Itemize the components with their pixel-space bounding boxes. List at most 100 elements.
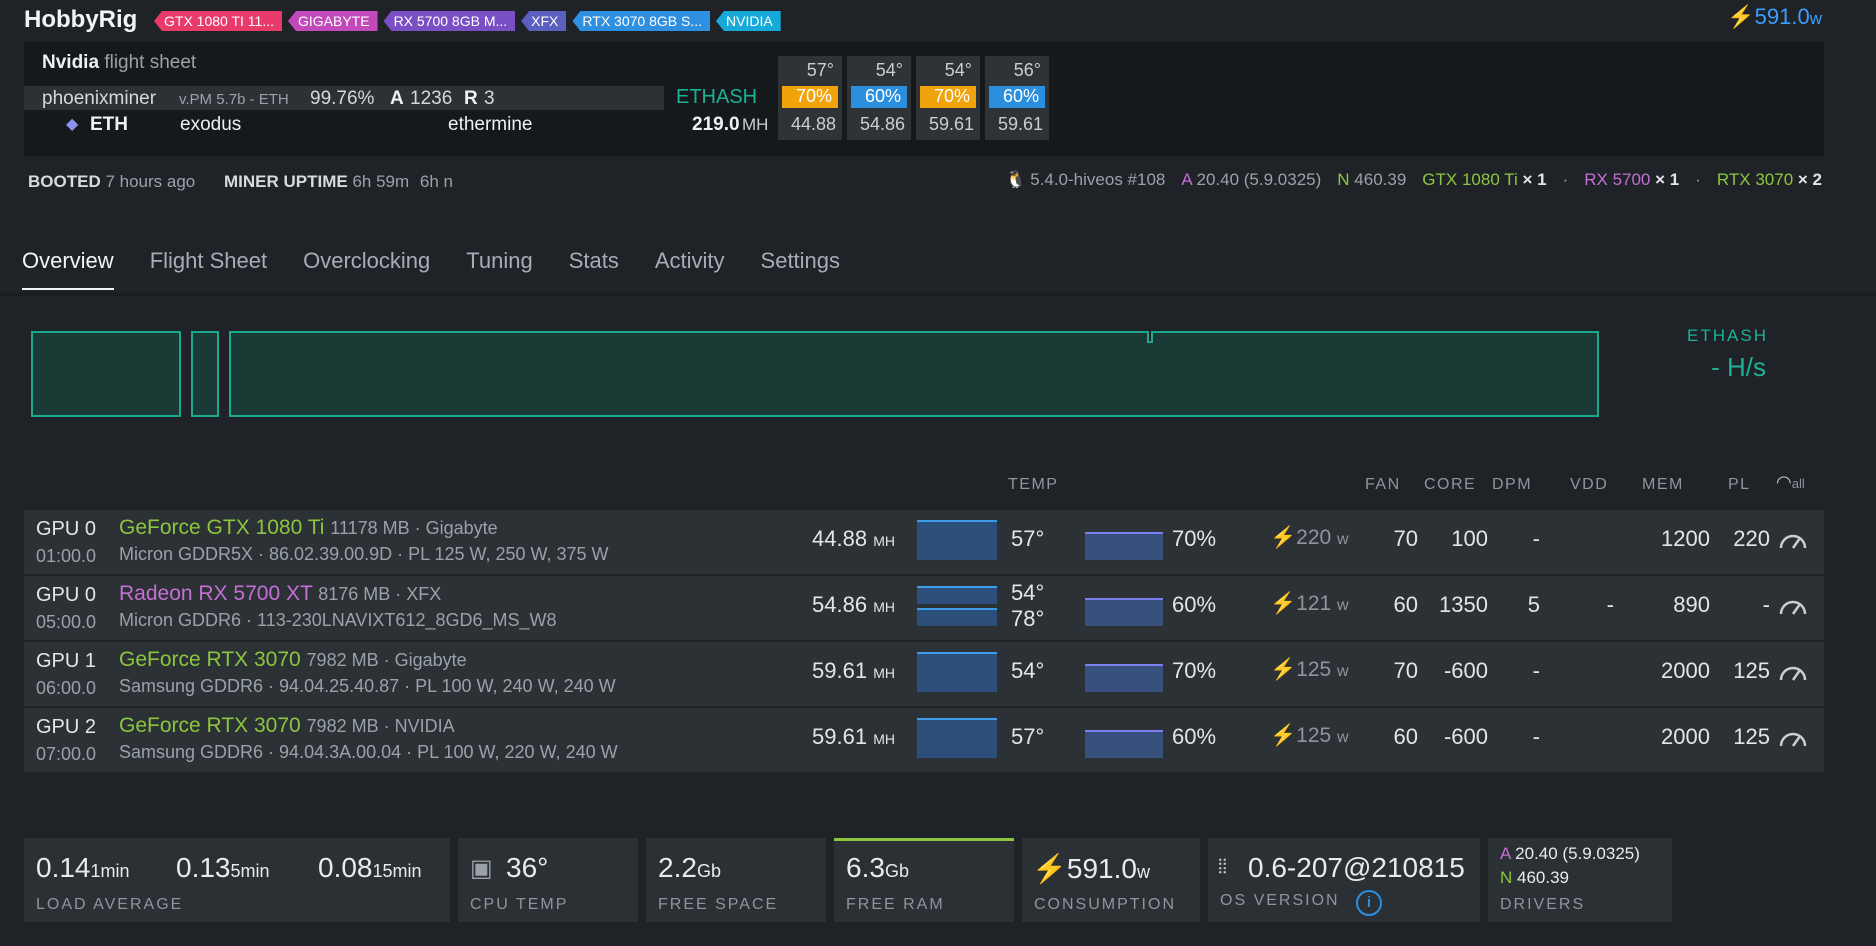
tab-tuning[interactable]: Tuning [466,248,532,290]
gpu-power-unit: w [1337,663,1349,680]
tab-flight-sheet[interactable]: Flight Sheet [150,248,267,290]
tag-nvidia[interactable]: NVIDIA [716,11,781,31]
flight-sheet-label: flight sheet [104,52,197,73]
gpu-power-unit: w [1337,729,1349,746]
gpu-summary-hash: 44.88 [790,114,836,134]
gpu-row[interactable]: GPU 0 05:00.0 Radeon RX 5700 XT 8176 MB … [24,576,1824,640]
gpu-summary-cell[interactable]: 54° 60% 54.86 [847,56,911,140]
gauge-icon[interactable] [1778,660,1808,682]
oc-core: 100 [1451,526,1488,551]
consumption-value-group: ⚡591.0w [1032,852,1150,885]
gpu-fan: 70% [1172,658,1217,683]
amd-driver-line: A 20.40 (5.9.0325) [1500,844,1640,864]
oc-fan: 60 [1393,724,1418,749]
chart-area-segment [31,331,181,417]
load-5min-value: 0.13 [176,852,231,883]
miner-version: v.PM 5.7b - ETH [179,91,289,108]
pool-name[interactable]: ethermine [448,114,533,136]
cpu-temp-widget: ▣ 36° CPU TEMP [458,838,638,922]
gpu-summary-cell[interactable]: 57° 70% 44.88 [778,56,842,140]
gpu-power: ⚡125 w [1270,724,1349,748]
col-vdd: VDD [1570,476,1609,493]
gpu-temp: 57° [1011,526,1045,551]
gpu-hashrate-value: 59.61 [812,724,868,749]
tag-xfx[interactable]: XFX [521,11,567,31]
coin-line: ◆ ETH exodus ethermine 219.0 MH [42,114,768,140]
gauge-icon: ◠ [1776,472,1792,492]
gpu-summary-fan: 60% [851,86,907,108]
amd-letter: A [1500,844,1511,863]
gpu-name-block: Radeon RX 5700 XT 8176 MB · XFX [119,582,441,606]
gpu-power-value: 220 [1296,526,1332,549]
wallet-name[interactable]: exodus [180,114,241,136]
miner-name[interactable]: phoenixminer [42,88,156,110]
gpu-power-value: 125 [1296,658,1332,681]
gpu-row[interactable]: GPU 2 07:00.0 GeForce RTX 3070 7982 MB ·… [24,708,1824,772]
tune-all-button[interactable]: ◠all [1776,472,1805,493]
gpu-bus: 07:00.0 [36,744,97,764]
gpu-name: Radeon RX 5700 XT [119,582,313,605]
tag-rx5700[interactable]: RX 5700 8GB M... [383,11,516,31]
chart-area-segment [229,331,1599,417]
gpu-row[interactable]: GPU 1 06:00.0 GeForce RTX 3070 7982 MB ·… [24,642,1824,706]
gpu-row[interactable]: GPU 0 01:00.0 GeForce GTX 1080 Ti 11178 … [24,510,1824,574]
gpu-vram: 11178 MB · Gigabyte [330,518,498,538]
tag-rtx3070[interactable]: RTX 3070 8GB S... [572,11,710,31]
hashrate-chart[interactable] [30,326,1600,418]
nvidia-letter: N [1500,868,1513,887]
gpu-mem-temp: 78° [1011,606,1045,631]
cpu-temp-value: 36° [506,852,549,883]
gpu-summary-cell[interactable]: 56° 60% 59.61 [985,56,1049,140]
lightning-icon: ⚡ [1270,526,1297,549]
flight-sheet-title[interactable]: Nvidia flight sheet [42,52,196,74]
gpu-vram: 7982 MB · NVIDIA [306,716,455,736]
rig-tabs: Overview Flight Sheet Overclocking Tunin… [22,248,840,290]
gpu-name: GeForce GTX 1080 Ti [119,516,325,539]
drivers-label: DRIVERS [1500,896,1586,913]
oc-fan: 60 [1393,592,1418,617]
total-hashrate-unit: MH [742,115,769,134]
gpu-index: GPU 0 [36,518,97,540]
gpu-hashrate: 59.61 MH [812,658,895,684]
gauge-icon[interactable] [1778,528,1808,550]
tab-activity[interactable]: Activity [655,248,725,290]
tab-overview[interactable]: Overview [22,248,114,290]
free-ram-unit: Gb [884,861,909,881]
oc-mem: 1200 [1661,526,1710,551]
gpu-summary-hash: 54.86 [859,114,905,134]
gpu-summary-temp: 54° [944,60,972,80]
tag-gtx1080[interactable]: GTX 1080 TI 11... [154,11,282,31]
tag-gigabyte[interactable]: GIGABYTE [287,11,378,31]
tab-overclocking[interactable]: Overclocking [303,248,430,290]
oc-core: -600 [1443,724,1488,749]
lightning-icon: ⚡ [1270,592,1297,615]
tab-settings[interactable]: Settings [761,248,841,290]
card-gtx1080-count: × 1 [1522,170,1547,189]
rig-name[interactable]: HobbyRig [24,6,137,34]
gpu-summary-fan: 70% [782,86,838,108]
info-icon[interactable]: i [1356,890,1382,916]
eth-icon: ◆ [66,116,79,133]
rig-tags: GTX 1080 TI 11... GIGABYTE RX 5700 8GB M… [154,11,781,31]
chart-rate-value: - H/s [1711,352,1766,382]
hive-icon: ⦙⦙ [1218,856,1227,878]
load-5min: 0.135min [176,852,270,884]
booted-value: 7 hours ago [105,172,196,191]
os-version-label: OS VERSION [1220,892,1340,909]
separator-dot: · [1562,170,1569,189]
gpu-name-block: GeForce RTX 3070 7982 MB · NVIDIA [119,714,455,738]
oc-dpm: - [1532,658,1540,683]
miner-line: phoenixminer v.PM 5.7b - ETH 99.76% A 12… [24,86,664,110]
accepted-count: 1236 [410,88,453,109]
tab-stats[interactable]: Stats [569,248,619,290]
gauge-icon[interactable] [1778,726,1808,748]
gpu-power-unit: w [1337,597,1349,614]
gpu-temp: 54° [1011,658,1045,683]
gpu-vram: 7982 MB · Gigabyte [306,650,467,670]
gauge-icon[interactable] [1778,594,1808,616]
gpu-summary-cell[interactable]: 54° 70% 59.61 [916,56,980,140]
drivers-widget: A 20.40 (5.9.0325) N 460.39 DRIVERS [1488,838,1672,922]
nvidia-driver: 460.39 [1354,170,1407,189]
gpu-vram: 8176 MB · XFX [318,584,442,604]
lightning-icon: ⚡ [1032,853,1067,884]
